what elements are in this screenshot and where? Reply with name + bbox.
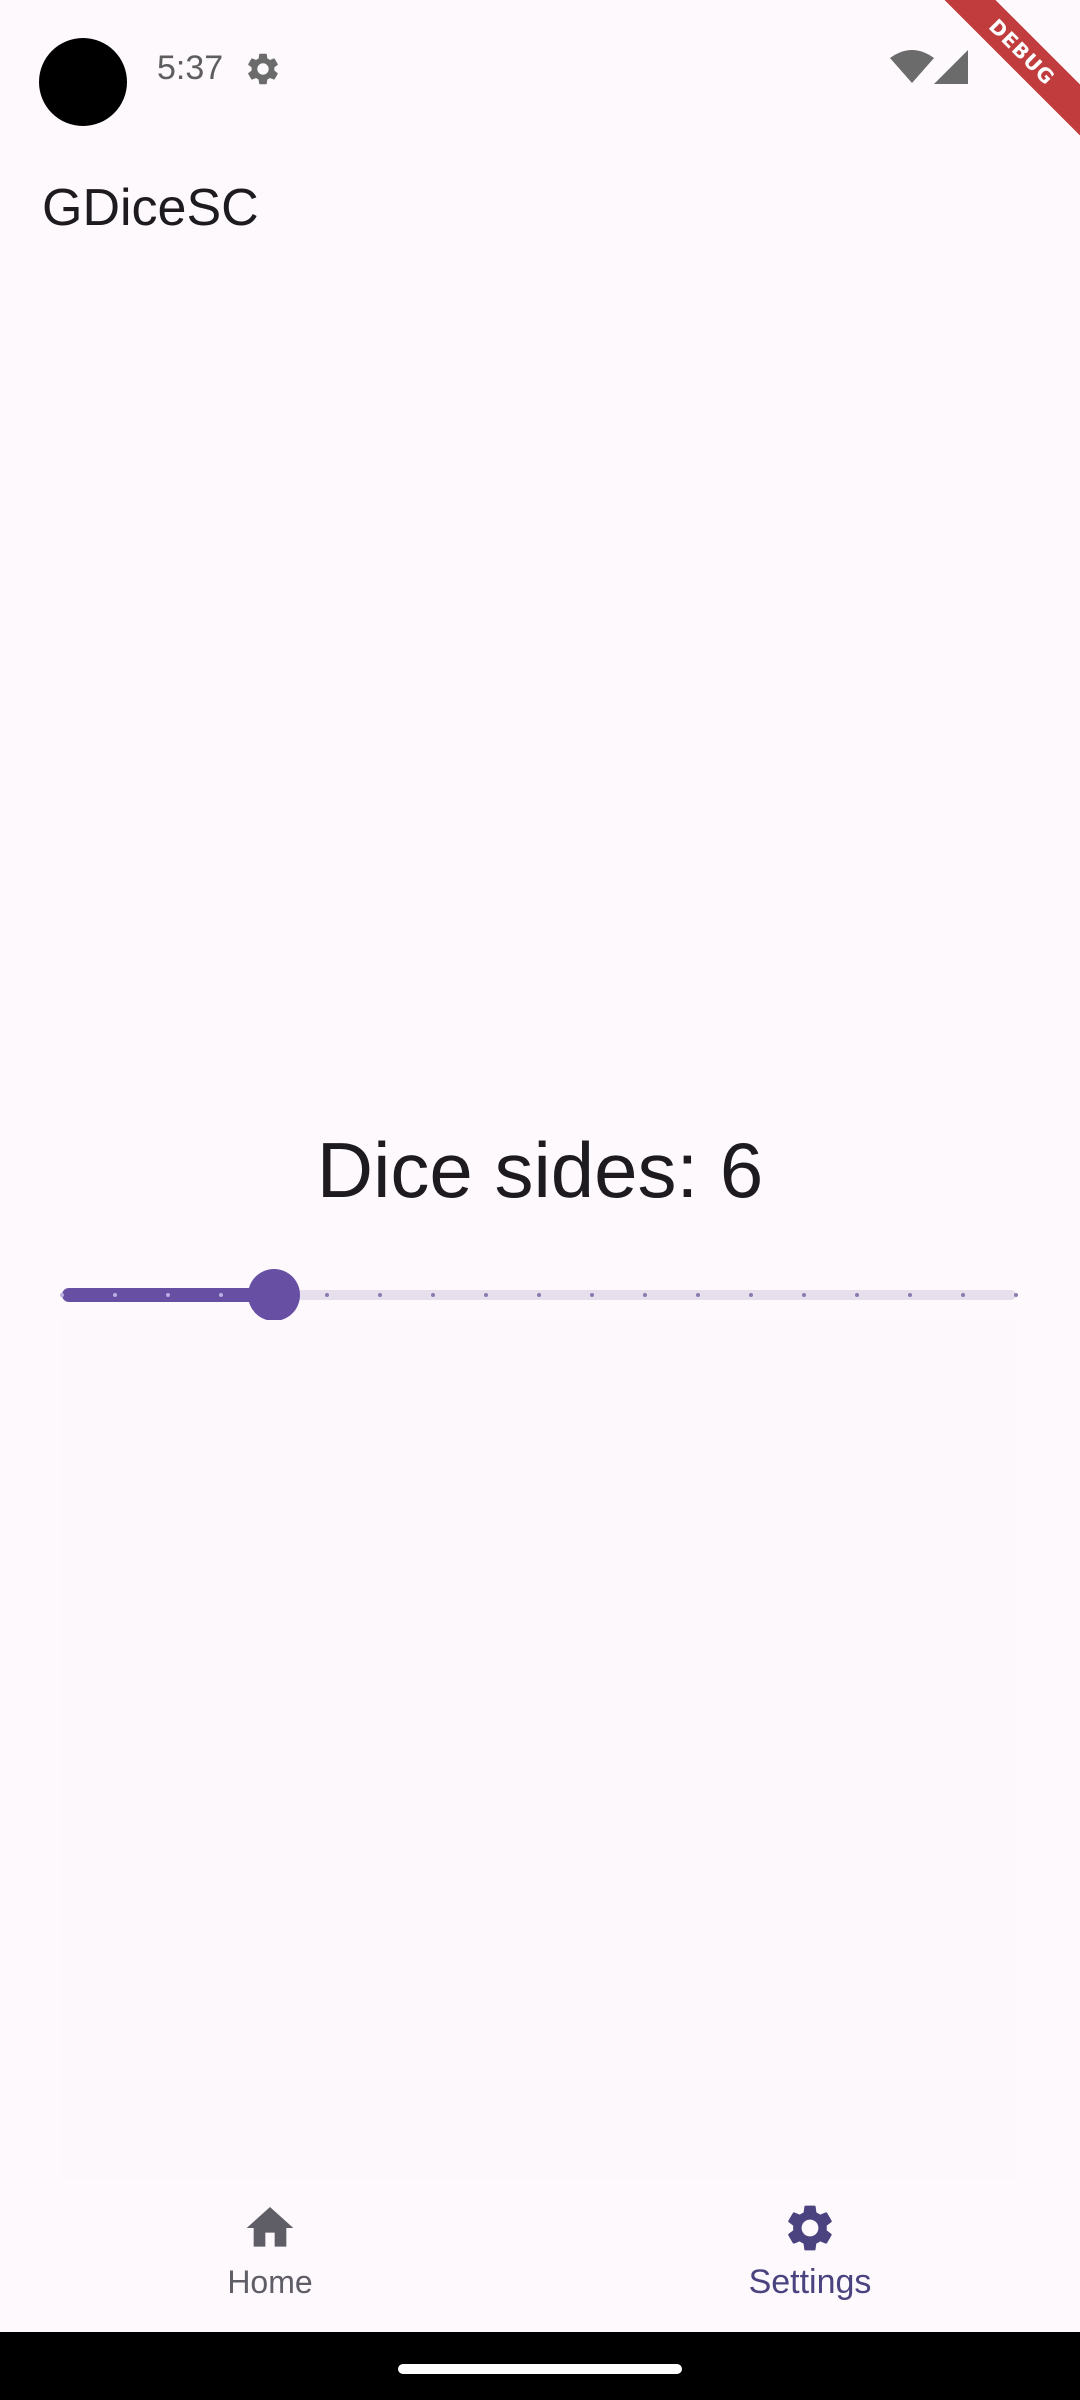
system-navigation-bar	[0, 2332, 1080, 2400]
debug-banner-label: DEBUG	[930, 0, 1080, 150]
content-panel	[62, 1320, 1016, 2180]
slider-tick	[590, 1293, 594, 1297]
slider-tick	[1014, 1293, 1018, 1297]
status-bar: 5:37	[0, 0, 1080, 140]
slider-tick	[537, 1293, 541, 1297]
nav-label-settings: Settings	[748, 2263, 872, 2301]
slider-tick	[325, 1293, 329, 1297]
app-title: GDiceSC	[42, 179, 259, 237]
home-icon	[246, 2207, 294, 2247]
slider-tick	[431, 1293, 435, 1297]
slider-tick	[908, 1293, 912, 1297]
camera-cutout	[39, 38, 127, 126]
dice-sides-slider[interactable]	[60, 1268, 1018, 1324]
slider-tick	[643, 1293, 647, 1297]
slider-tick	[749, 1293, 753, 1297]
bottom-navigation-bar: Home Settings	[0, 2180, 1080, 2332]
slider-tick	[802, 1293, 806, 1297]
nav-item-settings[interactable]: Settings	[680, 2200, 940, 2320]
settings-gear-icon	[248, 53, 278, 85]
gesture-handle[interactable]	[398, 2364, 682, 2374]
debug-banner: DEBUG	[930, 0, 1080, 150]
wifi-icon	[890, 50, 934, 83]
dice-sides-label: Dice sides: 6	[316, 1126, 764, 1214]
slider-tick	[219, 1293, 223, 1297]
slider-tick	[378, 1293, 382, 1297]
slider-tick	[60, 1293, 64, 1297]
slider-tick	[961, 1293, 965, 1297]
slider-tick	[696, 1293, 700, 1297]
settings-icon	[788, 2205, 832, 2251]
slider-tick	[166, 1293, 170, 1297]
slider-tick	[484, 1293, 488, 1297]
nav-item-home[interactable]: Home	[140, 2200, 400, 2320]
slider-thumb[interactable]	[248, 1269, 300, 1321]
slider-tick	[855, 1293, 859, 1297]
slider-tick	[113, 1293, 117, 1297]
nav-label-home: Home	[227, 2264, 313, 2300]
status-time: 5:37	[157, 49, 224, 87]
